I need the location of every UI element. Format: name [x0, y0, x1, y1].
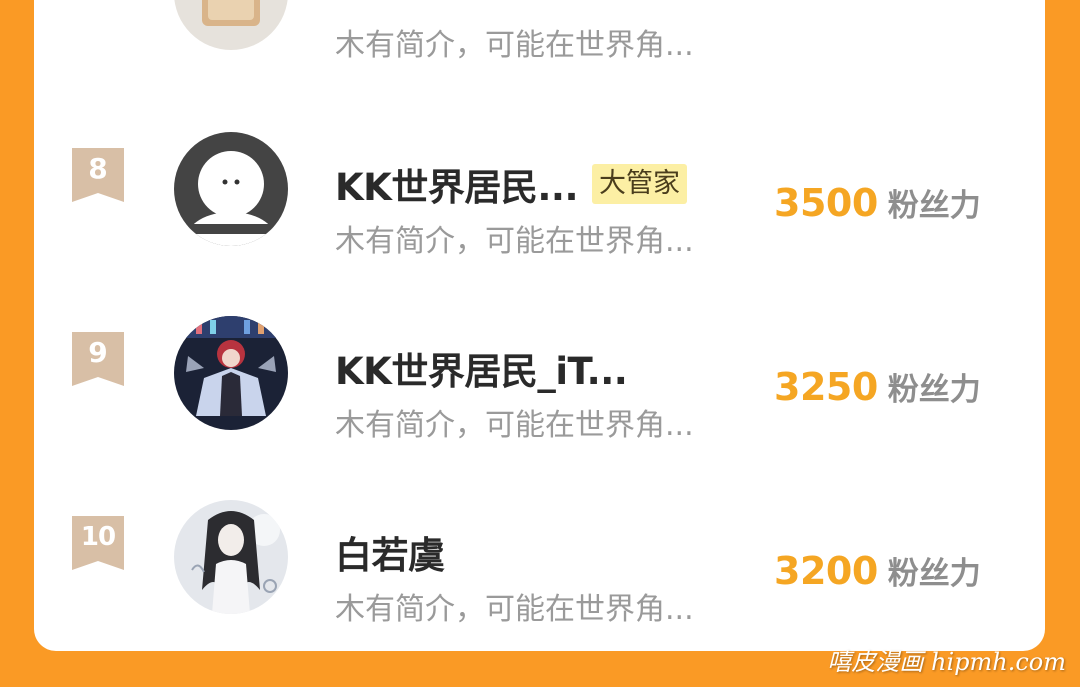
user-bio: 木有简介，可能在世界角...	[335, 224, 694, 259]
avatar[interactable]	[174, 0, 288, 50]
score-unit: 粉丝力	[887, 188, 981, 224]
ranking-row[interactable]: 10 白若虞 木有简介，可能在世界角... 3200 粉丝力	[34, 454, 1045, 627]
score-unit: 粉丝力	[887, 556, 981, 592]
fan-score: 3250 粉丝力	[774, 364, 981, 409]
anime-girl-avatar	[174, 500, 288, 614]
role-badge: 大管家	[592, 164, 688, 204]
site-watermark: 嘻皮漫画 hipmh.com	[827, 648, 1066, 676]
toast-avatar-icon	[174, 0, 288, 50]
rank-number: 10	[80, 522, 116, 552]
user-name[interactable]: KK世界居民...	[335, 157, 579, 211]
user-name-line: 白若虞	[335, 530, 445, 577]
ranking-card: 木有简介，可能在世界角... 8 KK世界居民... 大管家 木有简介，可能在世…	[34, 0, 1045, 651]
ranking-row[interactable]: 9 KK世界居民_iT... 木有简介，可能在世界角... 3250 粉丝力	[34, 270, 1045, 443]
ranking-row[interactable]: 8 KK世界居民... 大管家 木有简介，可能在世界角... 3500 粉丝力	[34, 86, 1045, 259]
default-user-avatar-icon	[174, 132, 288, 246]
rank-number: 9	[88, 336, 108, 369]
rank-number: 8	[88, 152, 108, 185]
rank-ribbon-badge: 8	[72, 148, 124, 202]
rank-ribbon-badge: 10	[72, 516, 124, 570]
user-bio: 木有简介，可能在世界角...	[335, 28, 694, 63]
rank-ribbon-badge: 9	[72, 332, 124, 386]
user-bio: 木有简介，可能在世界角...	[335, 592, 694, 627]
user-name-line: KK世界居民... 大管家	[335, 162, 688, 209]
score-value: 3200	[774, 549, 878, 593]
avatar[interactable]	[174, 132, 288, 246]
score-unit: 粉丝力	[887, 372, 981, 408]
user-bio: 木有简介，可能在世界角...	[335, 408, 694, 443]
avatar[interactable]	[174, 500, 288, 614]
score-value: 3500	[774, 181, 878, 225]
anime-character-avatar	[174, 316, 288, 430]
avatar[interactable]	[174, 316, 288, 430]
user-name-line: KK世界居民_iT...	[335, 346, 628, 393]
user-name[interactable]: KK世界居民_iT...	[335, 341, 628, 395]
fan-score: 3500 粉丝力	[774, 180, 981, 225]
fan-score: 3200 粉丝力	[774, 548, 981, 593]
user-name[interactable]: 白若虞	[335, 525, 445, 579]
score-value: 3250	[774, 365, 878, 409]
